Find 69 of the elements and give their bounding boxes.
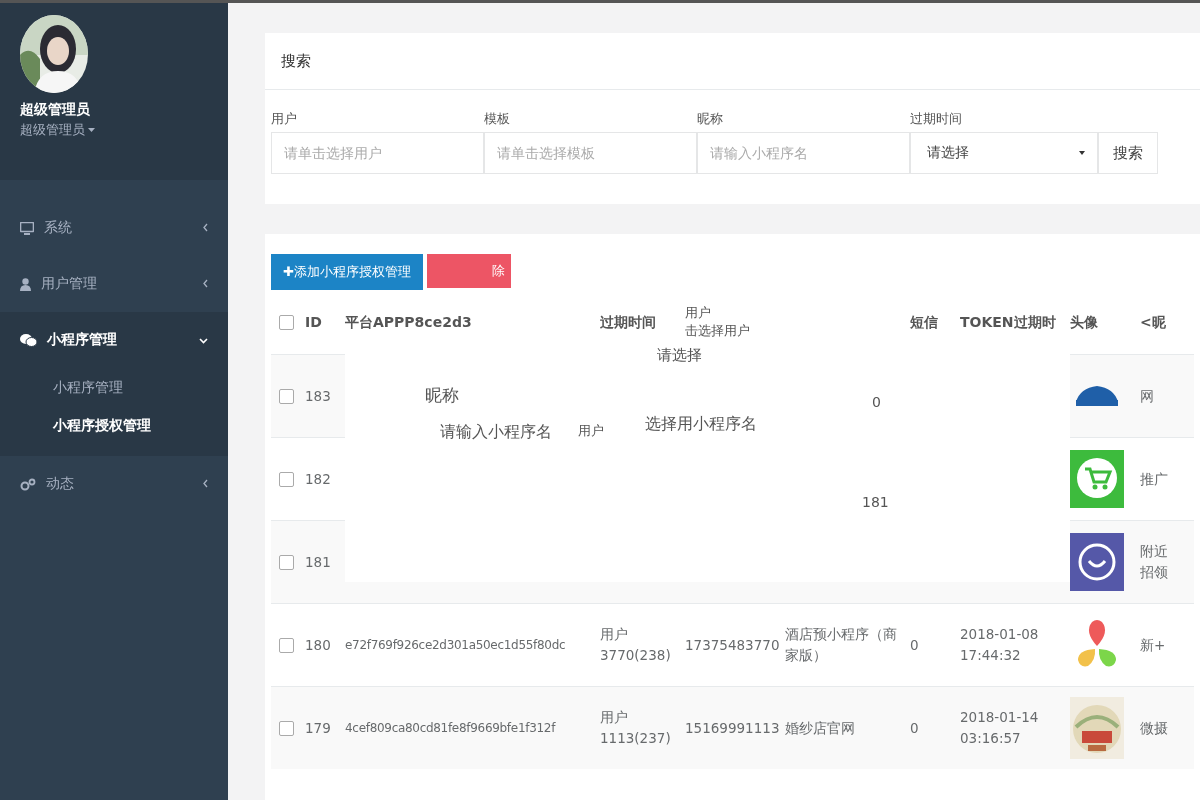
- table-cell-text: 酒店预小程序（商家版）: [785, 625, 898, 665]
- user-icon: [20, 277, 31, 291]
- table-cell-text: 179: [305, 718, 332, 738]
- table-cell-text: 2018-01-14 03:16:57: [960, 708, 1040, 748]
- column-header: 头像: [1070, 312, 1099, 332]
- chat-icon: [20, 333, 37, 347]
- table-cell-text: 婚纱店官网: [785, 718, 856, 738]
- column-header: 平台APPP8ce2d3: [345, 312, 473, 332]
- table-cell-text: 网: [1140, 386, 1155, 406]
- panel-title: 搜索: [281, 51, 311, 71]
- table-cell-text: 0: [910, 635, 920, 655]
- column-header: ID: [305, 312, 323, 332]
- text-fragment: 用户: [578, 422, 604, 440]
- checkbox[interactable]: [279, 314, 294, 330]
- column-header: TOKEN过期时: [960, 312, 1057, 332]
- table-cell-text: 0: [910, 718, 920, 738]
- row-checkbox[interactable]: [279, 471, 294, 487]
- submenu-item[interactable]: 小程序授权管理: [0, 406, 228, 444]
- monitor-icon: [20, 221, 34, 235]
- table-cell-text: 182: [305, 469, 332, 489]
- text-fragment: 昵称: [425, 384, 459, 407]
- text-fragment: 181: [862, 494, 889, 510]
- row-checkbox[interactable]: [279, 554, 294, 570]
- text-fragment: 选择用小程序名: [645, 414, 757, 435]
- text-fragment: 请选择: [657, 346, 702, 365]
- table-cell-text: e72f769f926ce2d301a50ec1d55f80dc: [345, 636, 566, 654]
- table-cell-text: 新+: [1140, 635, 1167, 655]
- table-cell-text: 17375483770: [685, 635, 781, 655]
- gears-icon: [20, 477, 36, 491]
- table-cell-text: 183: [305, 386, 332, 406]
- submenu-item[interactable]: 小程序管理: [0, 368, 228, 406]
- field-label: 昵称: [697, 110, 724, 128]
- input-field[interactable]: 请输入小程序名: [697, 132, 910, 174]
- column-header: <昵: [1140, 312, 1167, 332]
- text-fragment: 0: [872, 394, 881, 410]
- search-button[interactable]: 搜索: [1098, 132, 1158, 174]
- input-field[interactable]: 请单击选择用户: [271, 132, 484, 174]
- menu-item[interactable]: 系统: [0, 200, 228, 256]
- table-cell-text: 181: [305, 552, 332, 572]
- table-cell-text: 附近招领: [1140, 542, 1169, 582]
- table-cell-text: 2018-01-08 17:44:32: [960, 625, 1040, 665]
- menu-item[interactable]: 动态: [0, 456, 228, 512]
- column-header: 短信: [910, 312, 939, 332]
- field-label: 用户: [271, 110, 298, 128]
- field-label: 过期时间: [910, 110, 963, 128]
- table-cell-text: 推广: [1140, 469, 1169, 489]
- table-cell-text: 微摄: [1140, 718, 1169, 738]
- table-cell-text: 用户 3770(238): [600, 625, 672, 665]
- table-cell-text: 4cef809ca80cd81fe8f9669bfe1f312f: [345, 719, 556, 737]
- row-checkbox[interactable]: [279, 720, 294, 736]
- field-label: 模板: [484, 110, 511, 128]
- profile-name: 超级管理员: [20, 101, 91, 119]
- menu-item[interactable]: 小程序管理: [0, 312, 228, 368]
- table-cell-text: 用户 1113(237): [600, 708, 672, 748]
- column-header: 过期时间: [600, 312, 657, 332]
- table-cell-text: 180: [305, 635, 332, 655]
- delete-button[interactable]: 除: [426, 254, 511, 288]
- text-fragment: 请输入小程序名: [440, 422, 552, 443]
- table-cell-text: 15169991113: [685, 718, 781, 738]
- row-checkbox[interactable]: [279, 637, 294, 653]
- caret-icon: [1079, 151, 1085, 155]
- column-header: 用户 击选择用户: [685, 304, 751, 340]
- select-field[interactable]: 请选择: [910, 132, 1098, 174]
- row-checkbox[interactable]: [279, 388, 294, 404]
- menu-item[interactable]: 用户管理: [0, 256, 228, 312]
- input-field[interactable]: 请单击选择模板: [484, 132, 697, 174]
- role-dropdown[interactable]: 超级管理员: [20, 121, 208, 139]
- caret-icon: [88, 128, 95, 132]
- add-button[interactable]: ✚添加小程序授权管理: [271, 254, 423, 290]
